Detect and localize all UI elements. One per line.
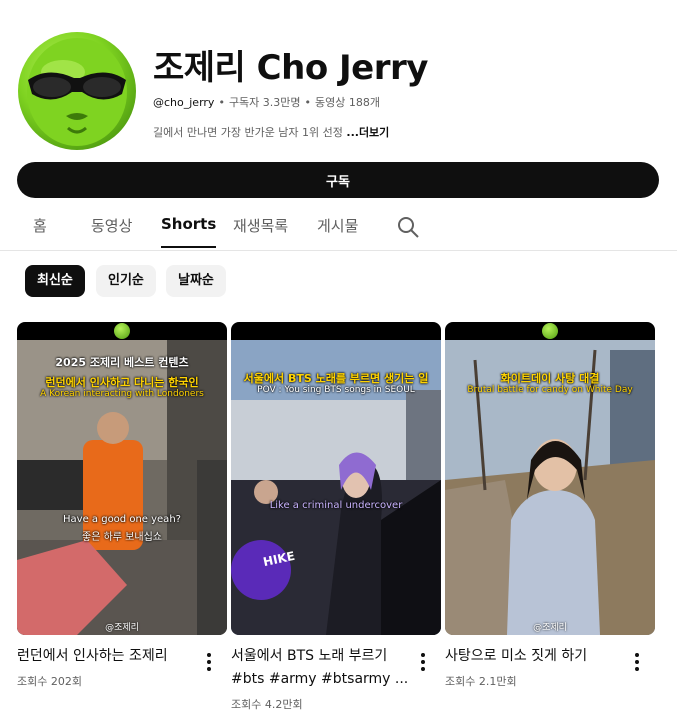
more-vert-icon[interactable] (417, 652, 429, 672)
overlay-subtitle: Brutal battle for candy on White Day (467, 385, 633, 395)
overlay-caption: Have a good one yeah? (63, 514, 181, 525)
channel-meta: @cho_jerry • 구독자 3.3만명 • 동영상 188개 (153, 94, 380, 110)
short-title[interactable]: 런던에서 인사하는 조제리 (17, 645, 197, 668)
separator-dot: • (218, 96, 225, 109)
channel-title: 조제리 Cho Jerry (153, 48, 428, 88)
alien-face-icon (27, 38, 127, 146)
overlay-headline: 서울에서 BTS 노래를 부르면 생기는 일 (243, 372, 429, 385)
watermark: @조제리 (533, 623, 567, 633)
tab-home[interactable]: 홈 (33, 215, 47, 248)
view-count: 조회수 4.2만회 (231, 698, 303, 711)
short-card[interactable]: 서울에서 BTS 노래를 부르면 생기는 일 POV : You sing BT… (231, 322, 441, 711)
short-title-line: 서울에서 BTS 노래 부르기 (231, 648, 388, 664)
more-link[interactable]: ...더보기 (346, 126, 389, 139)
short-thumbnail[interactable]: 서울에서 BTS 노래를 부르면 생기는 일 POV : You sing BT… (231, 322, 441, 635)
short-card[interactable]: 화이트데이 사탕 대결 Brutal battle for candy on W… (445, 322, 655, 688)
watermark: @조제리 (105, 623, 139, 633)
alien-badge-icon (114, 323, 130, 339)
description-text: 길에서 만나면 가장 반가운 남자 1위 선정 (153, 126, 343, 139)
short-title[interactable]: 서울에서 BTS 노래 부르기 #bts #army #btsarmy ... (231, 645, 411, 691)
chip-popular[interactable]: 인기순 (96, 265, 156, 297)
subscriber-count: 구독자 3.3만명 (228, 96, 301, 109)
tab-playlists[interactable]: 재생목록 (233, 215, 288, 248)
overlay-headline: 화이트데이 사탕 대결 (500, 372, 600, 385)
short-thumbnail[interactable]: 2025 조제리 베스트 컨텐츠 런던에서 인사하고 다니는 한국인 A Kor… (17, 322, 227, 635)
overlay-title: 2025 조제리 베스트 컨텐츠 (55, 356, 189, 369)
overlay-subtitle: POV : You sing BTS songs in SEOUL (257, 385, 415, 395)
subscribe-button[interactable]: 구독 (17, 162, 659, 198)
short-title[interactable]: 사탕으로 미소 짓게 하기 (445, 645, 625, 668)
more-vert-icon[interactable] (631, 652, 643, 672)
view-count: 조회수 202회 (17, 675, 82, 688)
overlay-subtitle: A Korean interacting with Londoners (40, 389, 204, 399)
channel-description[interactable]: 길에서 만나면 가장 반가운 남자 1위 선정 ...더보기 (153, 124, 389, 140)
tab-posts[interactable]: 게시물 (317, 215, 358, 248)
overlay-caption: Like a criminal undercover (269, 500, 403, 511)
short-thumbnail[interactable]: 화이트데이 사탕 대결 Brutal battle for candy on W… (445, 322, 655, 635)
video-count: 동영상 188개 (315, 96, 381, 109)
separator-dot: • (304, 96, 312, 109)
channel-tabs: 홈 동영상 Shorts 재생목록 게시물 (0, 206, 677, 251)
channel-handle[interactable]: @cho_jerry (153, 96, 214, 109)
overlay-headline: 런던에서 인사하고 다니는 한국인 (45, 376, 199, 389)
tab-videos[interactable]: 동영상 (91, 215, 132, 248)
alien-badge-icon (542, 323, 558, 339)
short-card[interactable]: 2025 조제리 베스트 컨텐츠 런던에서 인사하고 다니는 한국인 A Kor… (17, 322, 227, 688)
short-title-hashtags: #bts #army #btsarmy ... (231, 671, 409, 687)
more-vert-icon[interactable] (203, 652, 215, 672)
channel-avatar[interactable] (18, 32, 136, 150)
chip-oldest[interactable]: 날짜순 (166, 265, 226, 297)
tab-shorts[interactable]: Shorts (161, 215, 217, 248)
search-icon[interactable] (396, 215, 420, 239)
chip-latest[interactable]: 최신순 (25, 265, 85, 297)
overlay-caption: 좋은 하루 보내십쇼 (82, 532, 162, 543)
view-count: 조회수 2.1만회 (445, 675, 517, 688)
